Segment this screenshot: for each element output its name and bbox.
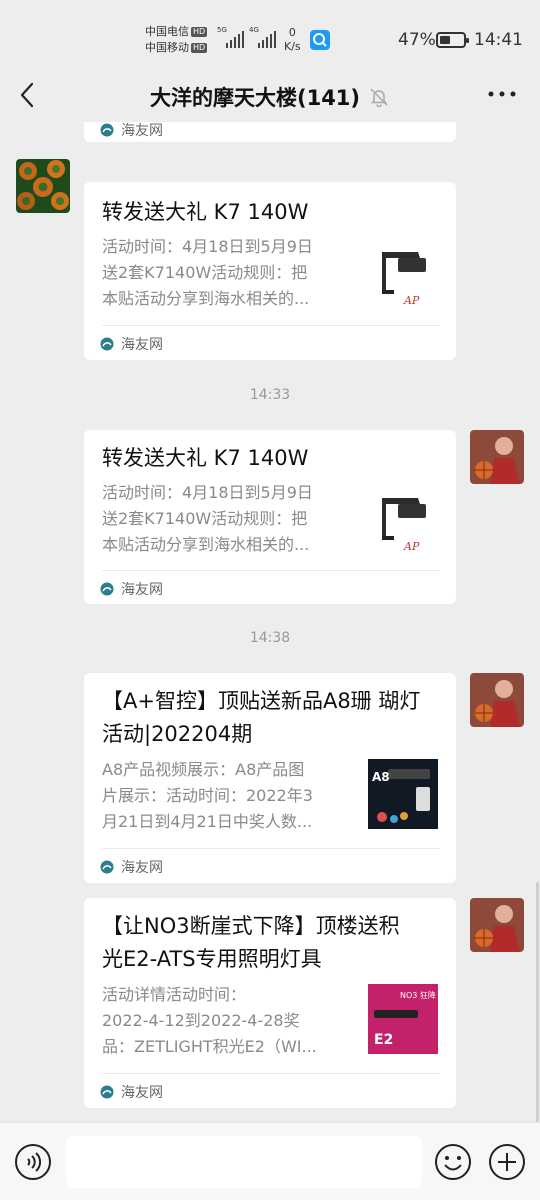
link-card[interactable]: 【A+智控】顶贴送新品A8珊 瑚灯 活动|202204期 A8产品视频展示：A8… [84, 673, 456, 883]
link-card[interactable]: 转发送大礼 K7 140W 活动时间：4月18日到5月9日 送2套K7140W活… [84, 430, 456, 604]
self-avatar[interactable] [470, 430, 524, 484]
speed-value: 0 [288, 26, 296, 39]
card-thumbnail: AP [368, 242, 438, 312]
divider [102, 848, 440, 849]
carrier-1: 中国电信 [145, 25, 189, 38]
input-bar [0, 1122, 540, 1200]
thumb-label: A8 [372, 770, 390, 784]
network-speed: 0 K/s [284, 26, 301, 54]
thumb-top-text: NO3 狂降 [400, 990, 436, 1000]
source-logo-icon [100, 337, 114, 351]
chat-header: 大洋的摩天大楼(141) [0, 70, 540, 122]
source-logo-icon [100, 860, 114, 874]
card-title-line: 【让NO3断崖式下降】顶楼送积 [102, 914, 400, 938]
status-bar: 中国电信 HD 中国移动 HD 5G 4G 0 K/s 47% 14:41 [0, 0, 540, 70]
message-input[interactable] [66, 1136, 422, 1188]
source-logo-icon [100, 1085, 114, 1099]
chat-title: 大洋的摩天大楼(141) [149, 86, 361, 110]
plus-icon [489, 1144, 525, 1180]
card-desc-line: A8产品视频展示：A8产品图 [102, 760, 305, 779]
card-thumbnail: A8 [368, 759, 438, 829]
thumb-label: E2 [374, 1032, 393, 1048]
card-desc-line: 本贴活动分享到海水相关的... [102, 289, 310, 308]
card-source-label: 海友网 [121, 582, 163, 598]
plus-button[interactable] [488, 1143, 526, 1181]
divider [102, 1073, 440, 1074]
card-thumbnail: NO3 狂降 E2 [368, 984, 438, 1054]
emoji-icon [435, 1144, 471, 1180]
card-title-line: 活动|202204期 [102, 722, 253, 746]
carrier-2: 中国移动 [145, 41, 189, 54]
avatar[interactable] [16, 159, 70, 213]
svg-text:AP: AP [403, 540, 420, 553]
card-desc-line: 送2套K7140W活动规则：把 [102, 263, 308, 282]
clock: 14:41 [474, 30, 523, 50]
signal-icon [258, 30, 276, 48]
more-button[interactable] [486, 82, 518, 106]
hd-badge: HD [191, 27, 208, 37]
link-card[interactable]: 转发送大礼 K7 140W 活动时间：4月18日到5月9日 送2套K7140W活… [84, 182, 456, 360]
self-avatar[interactable] [470, 673, 524, 727]
signal-icon [226, 30, 244, 48]
card-source-label: 海友网 [121, 1085, 163, 1101]
search-app-icon [310, 30, 330, 50]
timestamp: 14:38 [249, 630, 291, 646]
scrollbar[interactable] [536, 882, 539, 1122]
chat-title-wrap: 大洋的摩天大楼(141) [0, 82, 540, 112]
source-logo-icon [100, 123, 114, 137]
timestamp: 14:33 [249, 387, 291, 403]
voice-button[interactable] [14, 1143, 52, 1181]
carrier-info: 中国电信 HD 中国移动 HD [145, 24, 208, 56]
card-title: 转发送大礼 K7 140W [102, 200, 309, 224]
card-title: 转发送大礼 K7 140W [102, 446, 309, 470]
link-card[interactable]: 【让NO3断崖式下降】顶楼送积 光E2-ATS专用照明灯具 活动详情活动时间： … [84, 898, 456, 1108]
card-source: 海友网 [100, 122, 163, 140]
card-desc-line: 品：ZETLIGHT积光E2（WI... [102, 1037, 317, 1056]
emoji-button[interactable] [434, 1143, 472, 1181]
card-source-label: 海友网 [121, 337, 163, 353]
battery-icon [436, 32, 469, 48]
battery-percent: 47% [398, 30, 436, 50]
card-source: 海友网 [100, 857, 163, 877]
card-thumbnail: AP [368, 488, 438, 558]
card-source: 海友网 [100, 579, 163, 599]
self-avatar[interactable] [470, 898, 524, 952]
card-desc-line: 活动时间：4月18日到5月9日 [102, 237, 313, 256]
divider [102, 570, 440, 571]
card-source-label: 海友网 [121, 860, 163, 876]
card-title-line: 光E2-ATS专用照明灯具 [102, 947, 322, 971]
card-desc-line: 送2套K7140W活动规则：把 [102, 509, 308, 528]
card-source-label: 海友网 [121, 123, 163, 139]
voice-icon [15, 1144, 51, 1180]
divider [102, 325, 440, 326]
source-logo-icon [100, 582, 114, 596]
card-source: 海友网 [100, 1082, 163, 1102]
link-card[interactable]: 海友网 [84, 122, 456, 142]
card-desc-line: 活动时间：4月18日到5月9日 [102, 483, 313, 502]
card-desc-line: 月21日到4月21日中奖人数... [102, 812, 313, 831]
speed-unit: K/s [284, 40, 301, 53]
hd-badge: HD [191, 43, 208, 53]
chat-messages[interactable]: 海友网 转发送大礼 K7 140W 活动时间：4月18日到5月9日 送2套K71… [0, 122, 540, 1122]
svg-text:AP: AP [403, 294, 420, 307]
bell-off-icon [370, 88, 388, 108]
card-desc-line: 片展示：活动时间：2022年3 [102, 786, 313, 805]
more-dots-icon [488, 91, 516, 97]
card-source: 海友网 [100, 334, 163, 354]
card-title-line: 【A+智控】顶贴送新品A8珊 瑚灯 [102, 689, 421, 713]
card-desc-line: 活动详情活动时间： [102, 985, 247, 1004]
card-desc-line: 2022-4-12到2022-4-28奖 [102, 1011, 300, 1030]
card-desc-line: 本贴活动分享到海水相关的... [102, 535, 310, 554]
